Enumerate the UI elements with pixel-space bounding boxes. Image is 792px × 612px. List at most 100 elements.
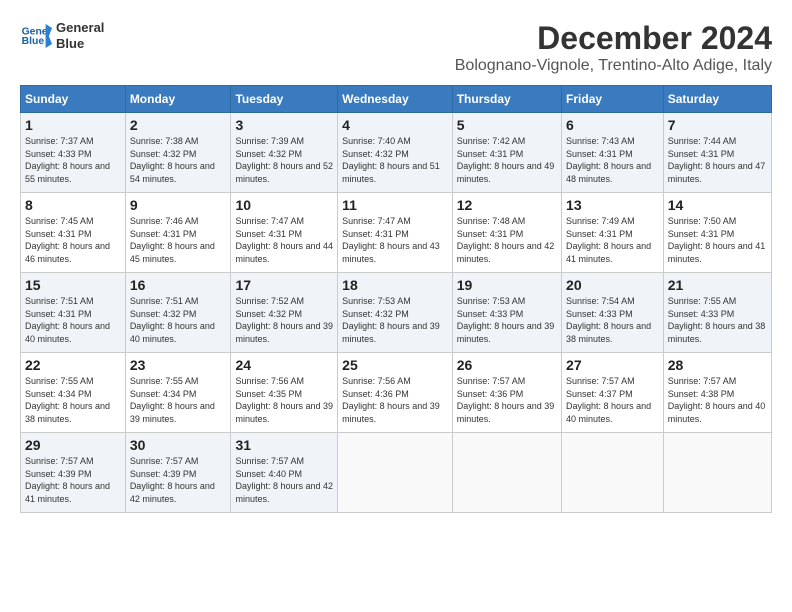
day-info: Sunrise: 7:57 AMSunset: 4:39 PMDaylight:… [25, 455, 121, 505]
day-info: Sunrise: 7:44 AMSunset: 4:31 PMDaylight:… [668, 135, 767, 185]
calendar-header-row: SundayMondayTuesdayWednesdayThursdayFrid… [21, 86, 772, 113]
day-number: 29 [25, 437, 121, 453]
svg-text:Blue: Blue [22, 36, 45, 47]
calendar-cell: 16Sunrise: 7:51 AMSunset: 4:32 PMDayligh… [125, 273, 231, 353]
calendar-cell [452, 433, 561, 513]
calendar-cell: 30Sunrise: 7:57 AMSunset: 4:39 PMDayligh… [125, 433, 231, 513]
calendar-week-row: 15 Sunrise: 7:51 AMSunset: 4:31 PMDayligh… [21, 273, 772, 353]
calendar-cell: 6 Sunrise: 7:43 AMSunset: 4:31 PMDaylight… [562, 113, 664, 193]
day-info: Sunrise: 7:42 AMSunset: 4:31 PMDaylight:… [457, 135, 557, 185]
calendar-cell: 25 Sunrise: 7:56 AMSunset: 4:36 PMDayligh… [338, 353, 453, 433]
calendar-cell: 9Sunrise: 7:46 AMSunset: 4:31 PMDaylight… [125, 193, 231, 273]
day-number: 28 [668, 357, 767, 373]
calendar-cell: 5 Sunrise: 7:42 AMSunset: 4:31 PMDaylight… [452, 113, 561, 193]
day-info: Sunrise: 7:51 AMSunset: 4:31 PMDaylight:… [25, 295, 121, 345]
day-number: 14 [668, 197, 767, 213]
day-number: 31 [235, 437, 333, 453]
calendar-week-row: 22Sunrise: 7:55 AMSunset: 4:34 PMDayligh… [21, 353, 772, 433]
column-header-wednesday: Wednesday [338, 86, 453, 113]
day-number: 20 [566, 277, 659, 293]
day-number: 27 [566, 357, 659, 373]
calendar-cell: 2Sunrise: 7:38 AMSunset: 4:32 PMDaylight… [125, 113, 231, 193]
calendar-cell: 21 Sunrise: 7:55 AMSunset: 4:33 PMDayligh… [663, 273, 771, 353]
day-info: Sunrise: 7:47 AMSunset: 4:31 PMDaylight:… [342, 215, 448, 265]
calendar-cell: 31 Sunrise: 7:57 AMSunset: 4:40 PMDayligh… [231, 433, 338, 513]
day-info: Sunrise: 7:52 AMSunset: 4:32 PMDaylight:… [235, 295, 333, 345]
day-number: 26 [457, 357, 557, 373]
calendar-cell: 27 Sunrise: 7:57 AMSunset: 4:37 PMDayligh… [562, 353, 664, 433]
day-info: Sunrise: 7:57 AMSunset: 4:37 PMDaylight:… [566, 375, 659, 425]
column-header-friday: Friday [562, 86, 664, 113]
calendar-week-row: 1Sunrise: 7:37 AMSunset: 4:33 PMDaylight… [21, 113, 772, 193]
day-number: 10 [235, 197, 333, 213]
day-number: 12 [457, 197, 557, 213]
day-info: Sunrise: 7:49 AMSunset: 4:31 PMDaylight:… [566, 215, 659, 265]
day-info: Sunrise: 7:57 AMSunset: 4:36 PMDaylight:… [457, 375, 557, 425]
day-number: 7 [668, 117, 767, 133]
day-number: 11 [342, 197, 448, 213]
day-number: 3 [235, 117, 333, 133]
calendar-cell [663, 433, 771, 513]
calendar-cell: 1Sunrise: 7:37 AMSunset: 4:33 PMDaylight… [21, 113, 126, 193]
calendar-cell: 12 Sunrise: 7:48 AMSunset: 4:31 PMDayligh… [452, 193, 561, 273]
page-header: General Blue General Blue December 2024 … [20, 20, 772, 75]
day-info: Sunrise: 7:54 AMSunset: 4:33 PMDaylight:… [566, 295, 659, 345]
day-info: Sunrise: 7:40 AMSunset: 4:32 PMDaylight:… [342, 135, 448, 185]
calendar-table: SundayMondayTuesdayWednesdayThursdayFrid… [20, 85, 772, 513]
column-header-monday: Monday [125, 86, 231, 113]
day-info: Sunrise: 7:57 AMSunset: 4:38 PMDaylight:… [668, 375, 767, 425]
day-number: 23 [130, 357, 227, 373]
calendar-cell: 13 Sunrise: 7:49 AMSunset: 4:31 PMDayligh… [562, 193, 664, 273]
day-number: 13 [566, 197, 659, 213]
calendar-cell: 26 Sunrise: 7:57 AMSunset: 4:36 PMDayligh… [452, 353, 561, 433]
day-number: 18 [342, 277, 448, 293]
day-number: 15 [25, 277, 121, 293]
column-header-tuesday: Tuesday [231, 86, 338, 113]
day-info: Sunrise: 7:43 AMSunset: 4:31 PMDaylight:… [566, 135, 659, 185]
day-info: Sunrise: 7:55 AMSunset: 4:34 PMDaylight:… [25, 375, 121, 425]
logo: General Blue General Blue [20, 20, 104, 52]
day-info: Sunrise: 7:55 AMSunset: 4:33 PMDaylight:… [668, 295, 767, 345]
calendar-cell: 10Sunrise: 7:47 AMSunset: 4:31 PMDayligh… [231, 193, 338, 273]
day-number: 8 [25, 197, 121, 213]
logo-text: General Blue [56, 20, 104, 51]
calendar-cell: 24 Sunrise: 7:56 AMSunset: 4:35 PMDayligh… [231, 353, 338, 433]
calendar-cell: 8 Sunrise: 7:45 AMSunset: 4:31 PMDaylight… [21, 193, 126, 273]
day-info: Sunrise: 7:55 AMSunset: 4:34 PMDaylight:… [130, 375, 227, 425]
calendar-week-row: 29 Sunrise: 7:57 AMSunset: 4:39 PMDayligh… [21, 433, 772, 513]
column-header-thursday: Thursday [452, 86, 561, 113]
day-number: 24 [235, 357, 333, 373]
calendar-cell: 28 Sunrise: 7:57 AMSunset: 4:38 PMDayligh… [663, 353, 771, 433]
calendar-cell: 15 Sunrise: 7:51 AMSunset: 4:31 PMDayligh… [21, 273, 126, 353]
day-number: 17 [235, 277, 333, 293]
calendar-cell: 14 Sunrise: 7:50 AMSunset: 4:31 PMDayligh… [663, 193, 771, 273]
day-info: Sunrise: 7:56 AMSunset: 4:36 PMDaylight:… [342, 375, 448, 425]
day-number: 5 [457, 117, 557, 133]
day-number: 16 [130, 277, 227, 293]
day-number: 1 [25, 117, 121, 133]
logo-icon: General Blue [20, 20, 52, 52]
column-header-saturday: Saturday [663, 86, 771, 113]
logo-line1: General [56, 20, 104, 36]
day-info: Sunrise: 7:45 AMSunset: 4:31 PMDaylight:… [25, 215, 121, 265]
day-number: 6 [566, 117, 659, 133]
day-info: Sunrise: 7:57 AMSunset: 4:39 PMDaylight:… [130, 455, 227, 505]
column-header-sunday: Sunday [21, 86, 126, 113]
day-number: 21 [668, 277, 767, 293]
day-info: Sunrise: 7:57 AMSunset: 4:40 PMDaylight:… [235, 455, 333, 505]
calendar-cell: 17 Sunrise: 7:52 AMSunset: 4:32 PMDayligh… [231, 273, 338, 353]
calendar-cell: 20 Sunrise: 7:54 AMSunset: 4:33 PMDayligh… [562, 273, 664, 353]
calendar-cell [562, 433, 664, 513]
day-info: Sunrise: 7:48 AMSunset: 4:31 PMDaylight:… [457, 215, 557, 265]
day-number: 25 [342, 357, 448, 373]
calendar-cell: 3Sunrise: 7:39 AMSunset: 4:32 PMDaylight… [231, 113, 338, 193]
calendar-cell: 22Sunrise: 7:55 AMSunset: 4:34 PMDayligh… [21, 353, 126, 433]
day-info: Sunrise: 7:56 AMSunset: 4:35 PMDaylight:… [235, 375, 333, 425]
calendar-body: 1Sunrise: 7:37 AMSunset: 4:33 PMDaylight… [21, 113, 772, 513]
logo-line2: Blue [56, 36, 104, 52]
day-info: Sunrise: 7:53 AMSunset: 4:33 PMDaylight:… [457, 295, 557, 345]
calendar-cell [338, 433, 453, 513]
calendar-cell: 18Sunrise: 7:53 AMSunset: 4:32 PMDayligh… [338, 273, 453, 353]
day-info: Sunrise: 7:50 AMSunset: 4:31 PMDaylight:… [668, 215, 767, 265]
calendar-cell: 19Sunrise: 7:53 AMSunset: 4:33 PMDayligh… [452, 273, 561, 353]
